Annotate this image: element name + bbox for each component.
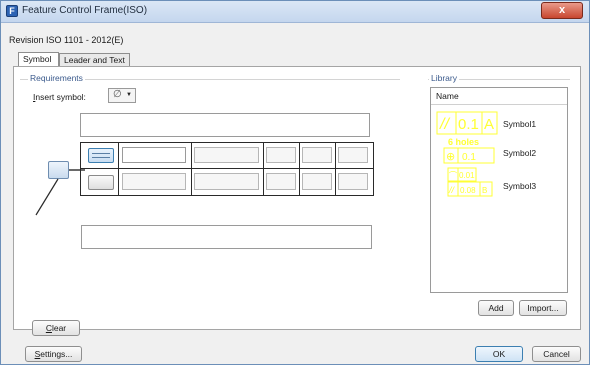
thumb-text: // <box>448 185 456 195</box>
settings-label-rest: ettings... <box>40 349 73 359</box>
cancel-button[interactable]: Cancel <box>532 346 581 362</box>
thumb-text: // <box>439 116 450 133</box>
thumb-text: 6 holes <box>448 137 479 147</box>
thumb-text: ⊕ <box>446 150 455 163</box>
import-button[interactable]: Import... <box>519 300 567 316</box>
library-list[interactable]: Name // 0.1 A Symbol1 6 holes ⊕ 0.1 Symb… <box>430 87 568 293</box>
symbol2-thumbnail: 6 holes ⊕ 0.1 <box>443 137 495 164</box>
thumb-text: 0.01 <box>459 171 475 180</box>
ok-button[interactable]: OK <box>475 346 523 362</box>
library-item-name: Symbol1 <box>503 119 537 129</box>
library-item-name: Symbol2 <box>503 148 537 158</box>
dialog-window: F Feature Control Frame(ISO) x Revision … <box>0 0 590 365</box>
thumb-text: 0.08 <box>460 186 476 195</box>
thumb-text: A <box>484 116 494 133</box>
symbol1-thumbnail: // 0.1 A <box>436 111 498 135</box>
add-button[interactable]: Add <box>478 300 514 316</box>
library-item-name: Symbol3 <box>503 181 537 191</box>
symbol3-thumbnail: ⌒ 0.01 // 0.08 B <box>447 167 493 197</box>
library-group-label: Library <box>429 73 459 83</box>
clear-label-rest: lear <box>51 323 67 333</box>
thumb-text: ⌒ <box>449 171 457 180</box>
library-item-symbol2[interactable]: 6 holes ⊕ 0.1 Symbol2 <box>431 134 567 168</box>
settings-button[interactable]: Settings... <box>25 346 82 362</box>
thumb-text: 0.1 <box>458 116 479 133</box>
thumb-text: 0.1 <box>462 152 476 163</box>
library-column-header[interactable]: Name <box>431 88 567 105</box>
clear-button[interactable]: Clear <box>32 320 80 336</box>
library-item-symbol3[interactable]: ⌒ 0.01 // 0.08 B Symbol3 <box>431 166 567 200</box>
text-below-field[interactable] <box>81 225 372 249</box>
thumb-text: B <box>482 186 487 195</box>
